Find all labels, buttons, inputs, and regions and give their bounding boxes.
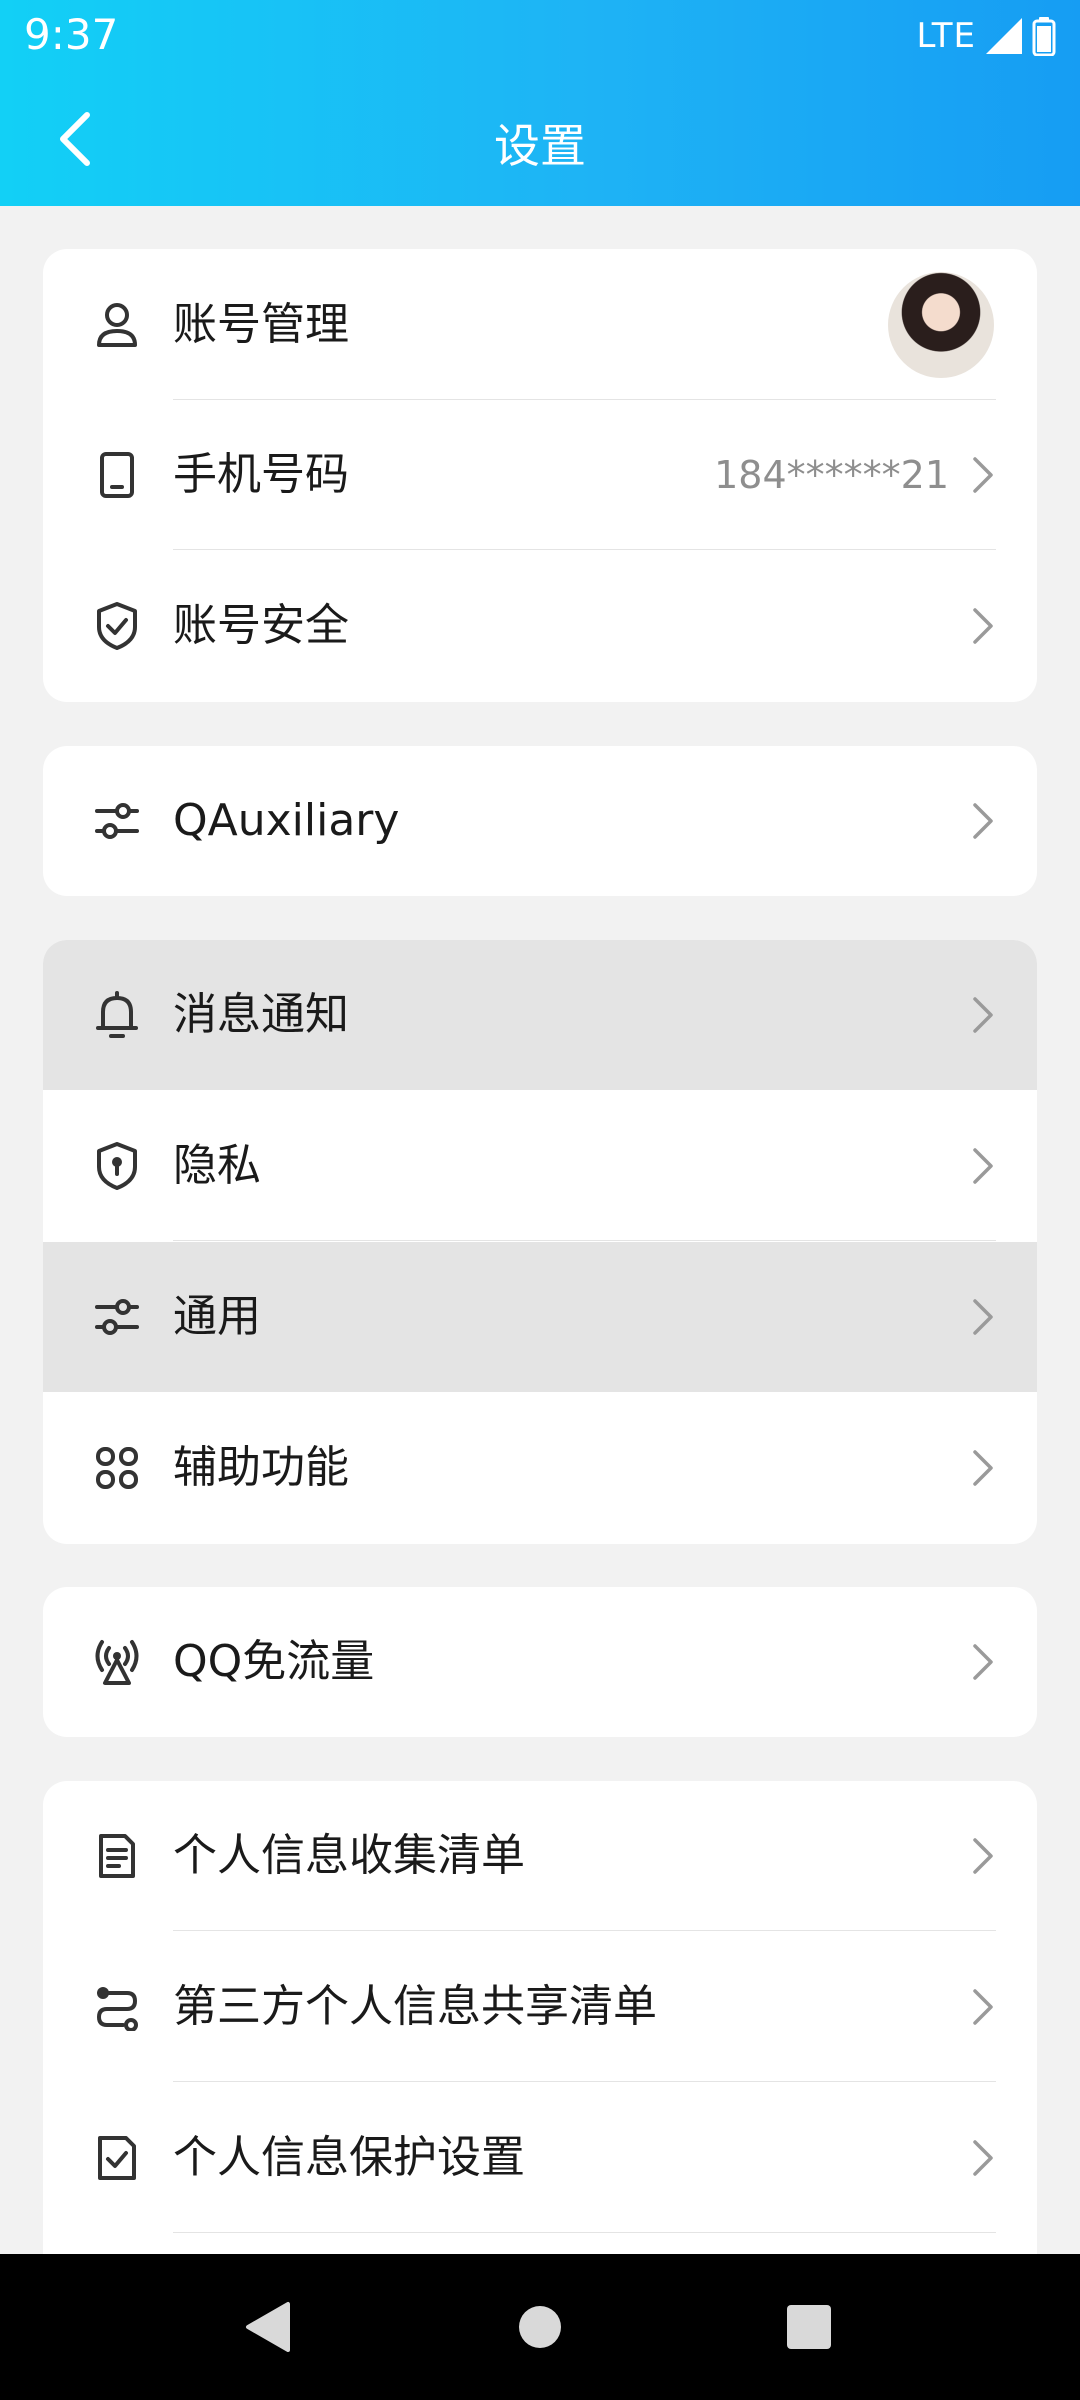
third-party-sharing-list-item[interactable]: 第三方个人信息共享清单 [43, 1932, 1037, 2082]
page-title: 设置 [494, 119, 586, 173]
account-management-label: 账号管理 [173, 299, 349, 350]
square-recents-icon [787, 2305, 831, 2349]
network-type: LTE [916, 16, 976, 56]
qauxiliary-label: QAuxiliary [173, 795, 400, 846]
sliders-icon [87, 1287, 147, 1347]
accessibility-item[interactable]: 辅助功能 [43, 1393, 1037, 1543]
status-bar: 9:37 LTE [0, 0, 1080, 74]
module-group: QAuxiliary [43, 746, 1037, 896]
info-collection-list-item[interactable]: 个人信息收集清单 [43, 1781, 1037, 1931]
title-row: 设置 [0, 90, 1080, 190]
document-icon [87, 1826, 147, 1886]
bell-icon [87, 985, 147, 1045]
app-header: 9:37 LTE 设置 [0, 0, 1080, 206]
privacy-item[interactable]: 隐私 [43, 1091, 1037, 1241]
qq-data-free-item[interactable]: QQ免流量 [43, 1587, 1037, 1737]
privacy-label: 隐私 [173, 1140, 261, 1191]
divider [173, 1391, 996, 1392]
info-collection-list-label: 个人信息收集清单 [173, 1830, 525, 1881]
personal-info-group: 个人信息收集清单 第三方个人信息共享清单 个人信息保护设置 [43, 1781, 1037, 2281]
chevron-right-icon [973, 608, 993, 644]
status-icons: LTE [916, 14, 1056, 58]
qauxiliary-item[interactable]: QAuxiliary [43, 746, 1037, 896]
divider [173, 1089, 996, 1090]
phone-icon [87, 445, 147, 505]
qq-data-free-label: QQ免流量 [173, 1636, 375, 1687]
checkbox-doc-icon [87, 2128, 147, 2188]
nav-recents-button[interactable] [776, 2294, 842, 2360]
avatar[interactable] [888, 272, 994, 378]
circle-home-icon [519, 2306, 561, 2348]
phone-number-label: 手机号码 [173, 449, 349, 500]
general-group: 消息通知 隐私 通用 辅助功能 [43, 940, 1037, 1544]
chevron-right-icon [973, 997, 993, 1033]
shield-check-icon [87, 596, 147, 656]
nav-home-button[interactable] [507, 2294, 573, 2360]
divider [173, 2232, 996, 2233]
info-protection-settings-label: 个人信息保护设置 [173, 2132, 525, 2183]
divider [173, 549, 996, 550]
status-time: 9:37 [24, 10, 119, 59]
account-security-item[interactable]: 账号安全 [43, 551, 1037, 701]
battery-icon [1032, 17, 1056, 56]
account-management-item[interactable]: 账号管理 [43, 250, 1037, 400]
system-navigation-bar [0, 2254, 1080, 2400]
nav-back-button[interactable] [235, 2294, 301, 2360]
divider [173, 1930, 996, 1931]
general-item[interactable]: 通用 [43, 1242, 1037, 1392]
share-route-icon [87, 1977, 147, 2037]
chevron-right-icon [973, 1148, 993, 1184]
phone-number-value: 184******21 [714, 453, 949, 497]
account-group: 账号管理 手机号码 184******21 账号安全 [43, 249, 1037, 702]
notifications-item[interactable]: 消息通知 [43, 940, 1037, 1090]
command-icon [87, 1438, 147, 1498]
data-free-group: QQ免流量 [43, 1587, 1037, 1737]
chevron-right-icon [973, 2140, 993, 2176]
triangle-back-icon [246, 2302, 290, 2352]
divider [173, 1240, 996, 1241]
phone-number-item[interactable]: 手机号码 184******21 [43, 400, 1037, 550]
chevron-right-icon [973, 803, 993, 839]
general-label: 通用 [173, 1291, 261, 1342]
chevron-right-icon [973, 457, 993, 493]
divider [173, 2081, 996, 2082]
signal-tower-icon [87, 1632, 147, 1692]
account-security-label: 账号安全 [173, 600, 349, 651]
chevron-right-icon [973, 1989, 993, 2025]
notifications-label: 消息通知 [173, 989, 349, 1040]
shield-lock-icon [87, 1136, 147, 1196]
person-icon [87, 295, 147, 355]
signal-icon [986, 18, 1022, 54]
chevron-right-icon [973, 1838, 993, 1874]
chevron-right-icon [973, 1450, 993, 1486]
accessibility-label: 辅助功能 [173, 1442, 349, 1493]
chevron-right-icon [973, 1644, 993, 1680]
sliders-icon [87, 791, 147, 851]
third-party-sharing-list-label: 第三方个人信息共享清单 [173, 1981, 657, 2032]
chevron-right-icon [973, 1299, 993, 1335]
info-protection-settings-item[interactable]: 个人信息保护设置 [43, 2083, 1037, 2233]
